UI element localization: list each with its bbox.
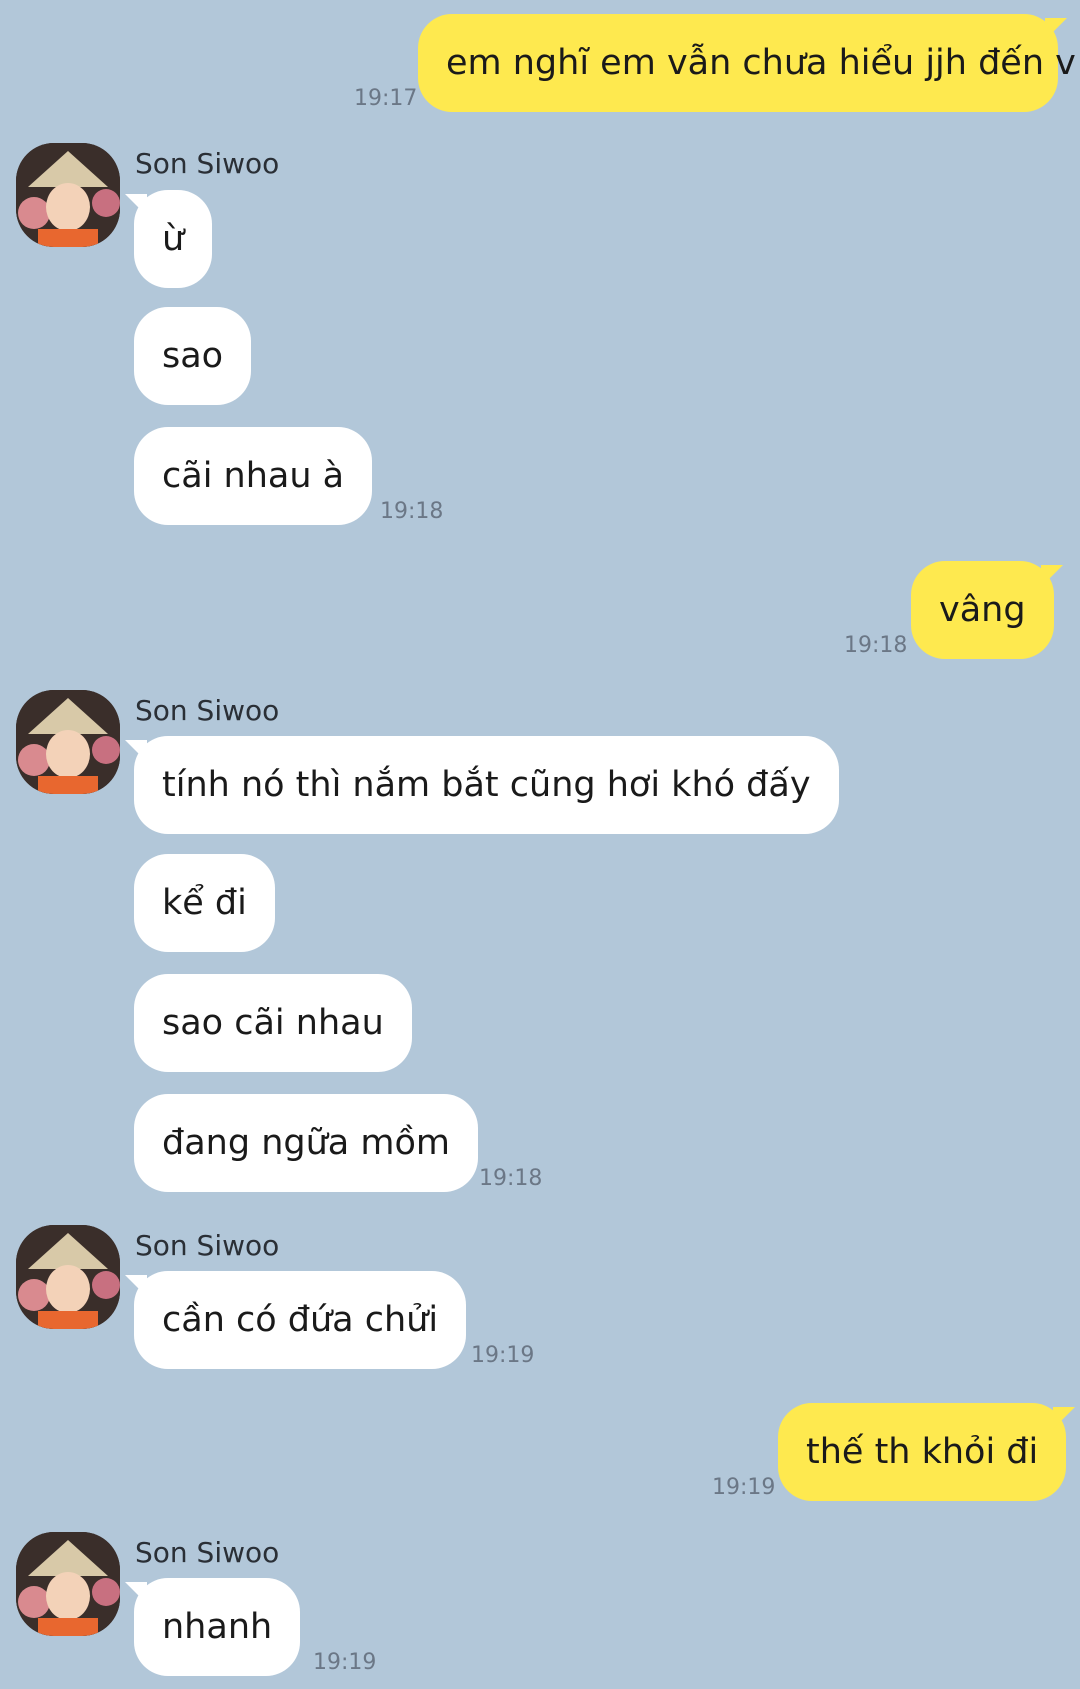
message-text: cãi nhau à xyxy=(162,456,345,496)
message-text: cần có đứa chửi xyxy=(162,1300,439,1340)
contact-avatar[interactable] xyxy=(16,1532,120,1636)
message-text: sao cãi nhau xyxy=(162,1003,384,1043)
incoming-message[interactable]: đang ngữa mồm xyxy=(134,1094,478,1192)
bubble-tail xyxy=(1053,1407,1076,1429)
incoming-message[interactable]: tính nó thì nắm bắt cũng hơi khó đấy xyxy=(125,736,839,834)
message-timestamp: 19:19 xyxy=(712,1475,776,1500)
incoming-message[interactable]: cãi nhau à xyxy=(134,427,373,525)
message-text: sao xyxy=(162,336,224,376)
message-text: nhanh xyxy=(162,1607,273,1647)
incoming-message[interactable]: sao xyxy=(134,307,252,405)
incoming-message[interactable]: cần có đứa chửi xyxy=(125,1271,467,1369)
message-timestamp: 19:18 xyxy=(380,499,444,524)
bubble-tail xyxy=(1045,18,1067,40)
incoming-message[interactable]: sao cãi nhau xyxy=(134,974,412,1072)
contact-avatar[interactable] xyxy=(16,1225,120,1329)
incoming-message[interactable]: kể đi xyxy=(134,854,275,952)
bubble-tail xyxy=(125,194,147,216)
bubble-tail xyxy=(1040,565,1063,587)
bubble-tail xyxy=(125,1582,147,1604)
message-text: đang ngữa mồm xyxy=(162,1123,450,1163)
sender-name: Son Siwoo xyxy=(135,147,280,180)
message-timestamp: 19:18 xyxy=(479,1166,543,1191)
message-timestamp: 19:17 xyxy=(354,86,418,111)
message-timestamp: 19:19 xyxy=(471,1343,535,1368)
message-text: thế th khỏi đi xyxy=(806,1432,1039,1472)
sender-name: Son Siwoo xyxy=(135,694,280,727)
sender-name: Son Siwoo xyxy=(135,1229,280,1262)
incoming-message[interactable]: nhanh xyxy=(125,1578,301,1676)
message-text: tính nó thì nắm bắt cũng hơi khó đấy xyxy=(162,765,811,805)
outgoing-message[interactable]: vâng xyxy=(911,561,1063,659)
message-text: em nghĩ em vẫn chưa hiểu jjh đến v xyxy=(446,43,1076,83)
outgoing-message[interactable]: thế th khỏi đi xyxy=(778,1403,1076,1501)
bubble-tail xyxy=(125,740,147,762)
contact-avatar[interactable] xyxy=(16,143,120,247)
incoming-message[interactable]: ừ xyxy=(125,190,213,288)
message-timestamp: 19:19 xyxy=(313,1650,377,1675)
message-text: kể đi xyxy=(162,883,247,923)
bubble-tail xyxy=(125,1275,147,1297)
message-timestamp: 19:18 xyxy=(844,633,908,658)
message-text: vâng xyxy=(939,590,1026,630)
outgoing-message[interactable]: em nghĩ em vẫn chưa hiểu jjh đến v xyxy=(418,14,1076,112)
contact-avatar[interactable] xyxy=(16,690,120,794)
sender-name: Son Siwoo xyxy=(135,1536,280,1569)
message-text: ừ xyxy=(162,219,185,259)
